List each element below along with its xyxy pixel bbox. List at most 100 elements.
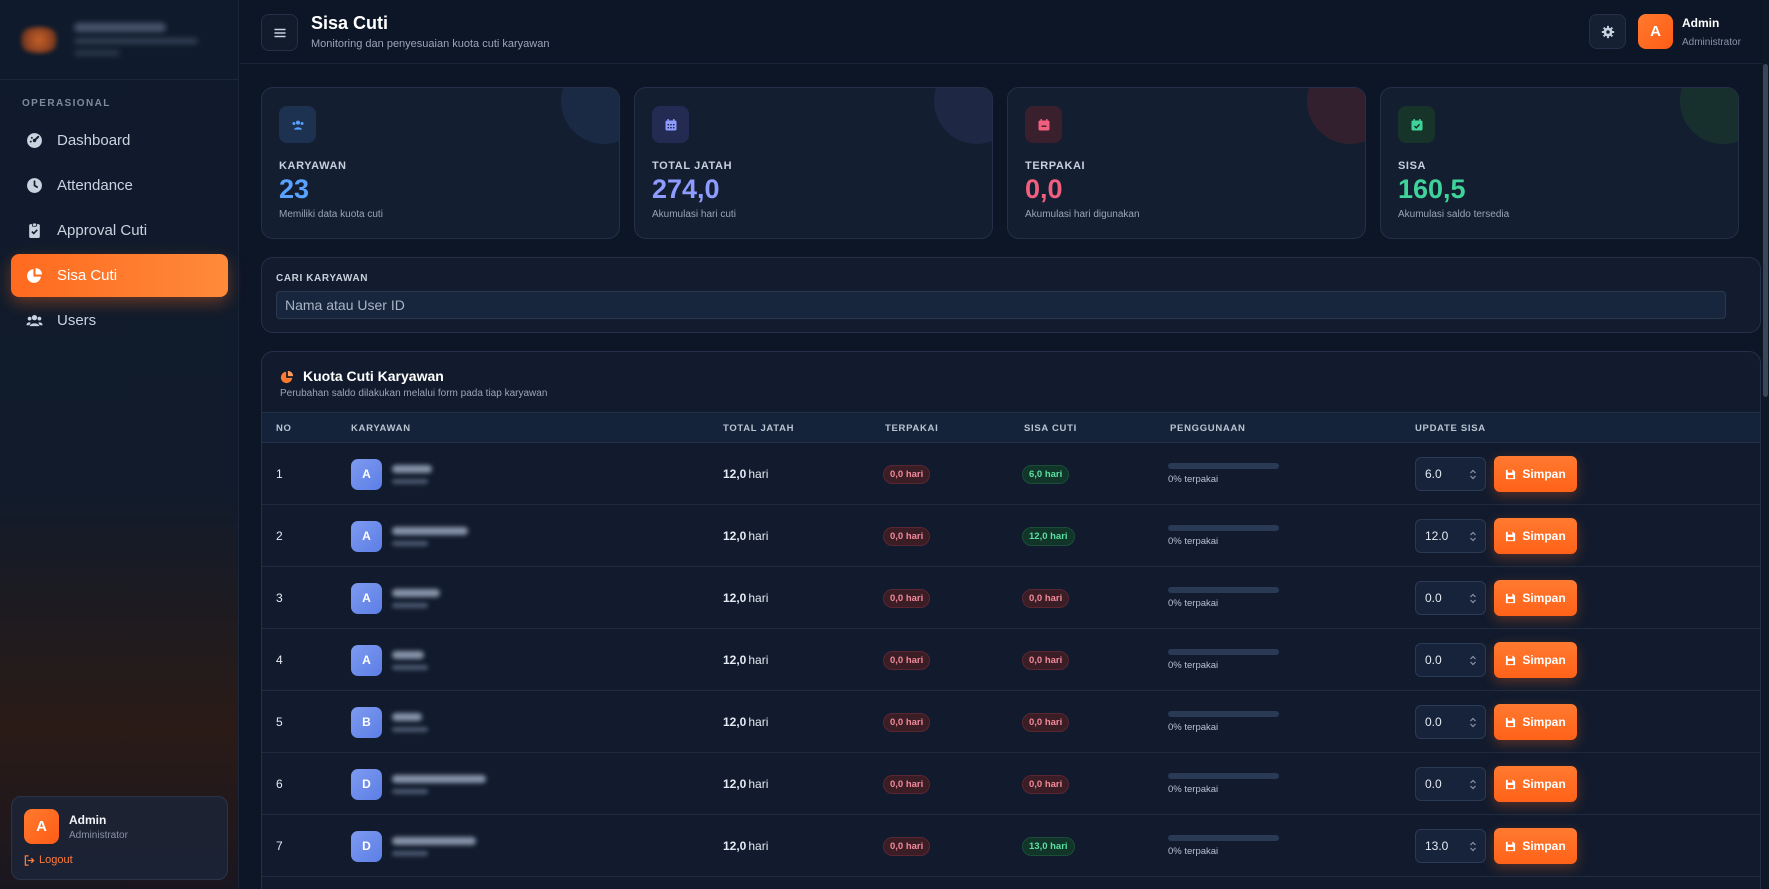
menu-toggle-button[interactable] bbox=[261, 14, 298, 51]
logout-icon bbox=[24, 854, 35, 866]
floppy-disk-icon bbox=[1506, 531, 1516, 541]
terpakai-cell: 0,0 hari bbox=[883, 567, 931, 629]
sisa-cuti-badge: 13,0 hari bbox=[1022, 836, 1075, 856]
total-jatah-cell: 12,0 hari bbox=[723, 753, 768, 815]
brand[interactable] bbox=[0, 0, 238, 80]
sisa-cuti-badge: 12,0 hari bbox=[1022, 526, 1075, 546]
terpakai-cell: 0,0 hari bbox=[883, 691, 931, 753]
sisa-cuti-cell: 0,0 hari bbox=[1022, 567, 1070, 629]
main-content: KARYAWAN 23 Memiliki data kuota cuti TOT… bbox=[240, 65, 1763, 889]
logout-link[interactable]: Logout bbox=[24, 854, 73, 866]
sisa-number-input[interactable]: 6.0 bbox=[1415, 457, 1486, 491]
sisa-number-input[interactable]: 0.0 bbox=[1415, 705, 1486, 739]
table-row: 5 B 12,0 hari 0,0 hari 0,0 hari 0% terpa bbox=[262, 691, 1760, 753]
brand-name-redacted bbox=[74, 23, 198, 56]
stepper-arrows-icon[interactable] bbox=[1469, 654, 1477, 667]
terpakai-cell: 0,0 hari bbox=[883, 629, 931, 691]
stat-card-terpakai: TERPAKAI 0,0 Akumulasi hari digunakan bbox=[1007, 87, 1366, 239]
save-button[interactable]: Simpan bbox=[1494, 704, 1577, 740]
total-jatah-unit: hari bbox=[748, 529, 769, 543]
clock-icon bbox=[25, 177, 43, 195]
calendar-minus-icon bbox=[1025, 106, 1062, 143]
sisa-number-input[interactable]: 0.0 bbox=[1415, 643, 1486, 677]
sidebar-item-dashboard[interactable]: Dashboard bbox=[11, 119, 228, 162]
sisa-input-value: 0.0 bbox=[1425, 591, 1442, 605]
hamburger-icon bbox=[273, 28, 286, 37]
settings-button[interactable] bbox=[1589, 14, 1626, 49]
search-input[interactable] bbox=[276, 291, 1726, 319]
stepper-arrows-icon[interactable] bbox=[1469, 778, 1477, 791]
sisa-number-input[interactable]: 12.0 bbox=[1415, 519, 1486, 553]
stepper-arrows-icon[interactable] bbox=[1469, 468, 1477, 481]
sisa-number-input[interactable]: 0.0 bbox=[1415, 581, 1486, 615]
save-label: Simpan bbox=[1522, 529, 1566, 543]
column-header-total-jatah: TOTAL JATAH bbox=[723, 423, 795, 434]
stepper-arrows-icon[interactable] bbox=[1469, 840, 1477, 853]
terpakai-badge: 0,0 hari bbox=[883, 712, 931, 732]
stat-value: 0,0 bbox=[1025, 174, 1063, 204]
usage-text: 0% terpakai bbox=[1168, 784, 1219, 795]
stat-label: TERPAKAI bbox=[1025, 160, 1086, 172]
update-sisa-cell: 0.0 Simpan bbox=[1415, 691, 1577, 753]
sidebar: OPERASIONAL Dashboard Attendance Approva… bbox=[0, 0, 239, 889]
brand-logo bbox=[16, 26, 62, 53]
usage-progress-bar bbox=[1168, 587, 1279, 593]
save-label: Simpan bbox=[1522, 839, 1566, 853]
employee-cell: D bbox=[351, 815, 476, 877]
floppy-disk-icon bbox=[1506, 469, 1516, 479]
employee-avatar: A bbox=[351, 458, 382, 490]
table-row: 6 D 12,0 hari 0,0 hari 0,0 hari 0% terpa bbox=[262, 753, 1760, 815]
save-button[interactable]: Simpan bbox=[1494, 766, 1577, 802]
top-header: Sisa Cuti Monitoring dan penyesuaian kuo… bbox=[240, 0, 1769, 64]
update-sisa-cell: 13.0 Simpan bbox=[1415, 815, 1577, 877]
usage-progress-bar bbox=[1168, 835, 1279, 841]
usage-cell: 0% terpakai bbox=[1168, 443, 1279, 505]
sisa-input-value: 0.0 bbox=[1425, 653, 1442, 667]
sidebar-item-sisa-cuti[interactable]: Sisa Cuti bbox=[11, 254, 228, 297]
save-button[interactable]: Simpan bbox=[1494, 580, 1577, 616]
stepper-arrows-icon[interactable] bbox=[1469, 592, 1477, 605]
stat-description: Memiliki data kuota cuti bbox=[279, 209, 383, 220]
sidebar-item-attendance[interactable]: Attendance bbox=[11, 164, 228, 207]
sisa-number-input[interactable]: 13.0 bbox=[1415, 829, 1486, 863]
sidebar-item-approval-cuti[interactable]: Approval Cuti bbox=[11, 209, 228, 252]
usage-progress-bar bbox=[1168, 649, 1279, 655]
save-button[interactable]: Simpan bbox=[1494, 518, 1577, 554]
total-jatah-cell: 12,0 hari bbox=[723, 629, 768, 691]
total-jatah-value: 12,0 bbox=[723, 653, 747, 667]
employee-cell: A bbox=[351, 443, 432, 505]
logout-label: Logout bbox=[39, 854, 73, 866]
table-row: 2 A 12,0 hari 0,0 hari 12,0 hari 0% terp bbox=[262, 505, 1760, 567]
calendar-icon bbox=[652, 106, 689, 143]
update-sisa-cell: 0.0 Simpan bbox=[1415, 629, 1577, 691]
sisa-cuti-cell: 12,0 hari bbox=[1022, 505, 1075, 567]
table-row: 7 D 12,0 hari 0,0 hari 13,0 hari 0% terp bbox=[262, 815, 1760, 877]
save-button[interactable]: Simpan bbox=[1494, 642, 1577, 678]
nav-section-label: OPERASIONAL bbox=[22, 98, 111, 109]
total-jatah-value: 12,0 bbox=[723, 467, 747, 481]
stat-value: 160,5 bbox=[1398, 174, 1466, 204]
stepper-arrows-icon[interactable] bbox=[1469, 530, 1477, 543]
save-button[interactable]: Simpan bbox=[1494, 456, 1577, 492]
usage-cell: 0% terpakai bbox=[1168, 691, 1279, 753]
sisa-number-input[interactable]: 0.0 bbox=[1415, 767, 1486, 801]
usage-text: 0% terpakai bbox=[1168, 474, 1219, 485]
users-icon bbox=[25, 312, 43, 330]
total-jatah-cell: 12,0 hari bbox=[723, 691, 768, 753]
terpakai-badge: 0,0 hari bbox=[883, 588, 931, 608]
stepper-arrows-icon[interactable] bbox=[1469, 716, 1477, 729]
sidebar-item-users[interactable]: Users bbox=[11, 299, 228, 342]
total-jatah-value: 12,0 bbox=[723, 777, 747, 791]
usage-text: 0% terpakai bbox=[1168, 660, 1219, 671]
scrollbar-thumb[interactable] bbox=[1763, 64, 1768, 397]
column-header-terpakai: TERPAKAI bbox=[885, 423, 939, 434]
stat-card-sisa: SISA 160,5 Akumulasi saldo tersedia bbox=[1380, 87, 1739, 239]
avatar[interactable]: A bbox=[24, 809, 59, 844]
sidebar-item-label: Dashboard bbox=[57, 132, 131, 149]
sidebar-item-label: Approval Cuti bbox=[57, 222, 148, 239]
gear-icon bbox=[1601, 25, 1614, 38]
save-button[interactable]: Simpan bbox=[1494, 828, 1577, 864]
update-sisa-cell: 6.0 Simpan bbox=[1415, 443, 1577, 505]
decor-circle bbox=[1680, 88, 1738, 144]
header-avatar[interactable]: A bbox=[1638, 14, 1673, 49]
